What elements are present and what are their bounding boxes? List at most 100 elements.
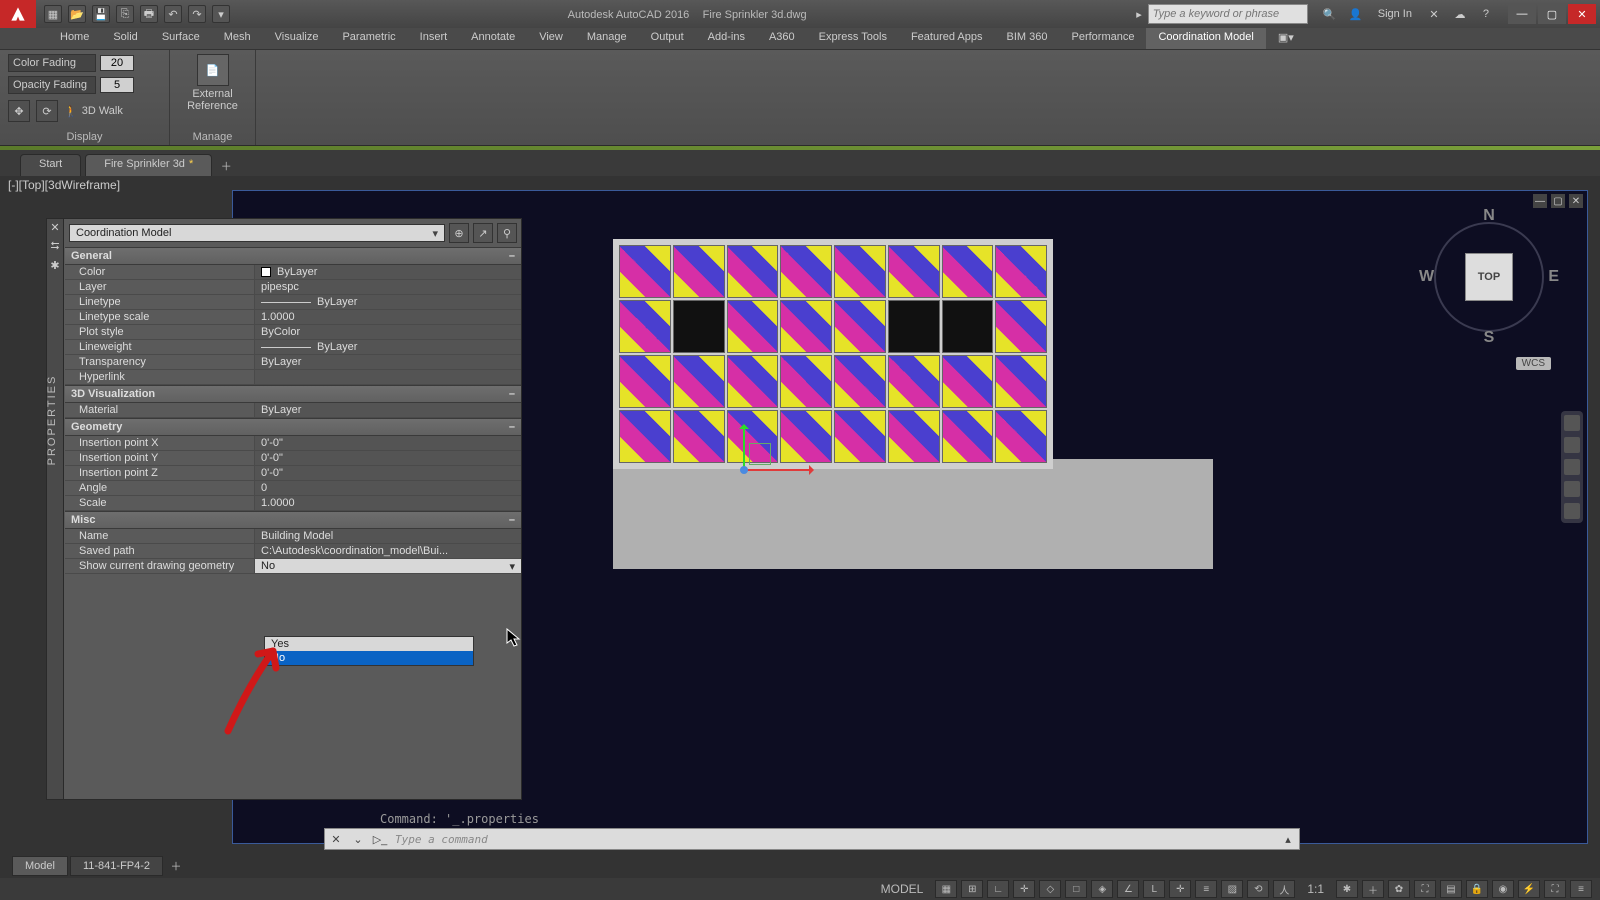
nav-showmotion-icon[interactable] <box>1564 503 1580 519</box>
color-fading-input[interactable]: 20 <box>100 55 134 71</box>
tab-bim360[interactable]: BIM 360 <box>995 28 1060 49</box>
saveas-icon[interactable]: ⎘ <box>116 5 134 23</box>
section-misc[interactable]: Misc– <box>65 511 521 529</box>
select-objects-icon[interactable]: ↗ <box>473 223 493 243</box>
tab-output[interactable]: Output <box>639 28 696 49</box>
show-geometry-dropdown[interactable]: Yes No <box>264 636 474 666</box>
viewport-label[interactable]: [-][Top][3dWireframe] <box>8 178 120 192</box>
nav-zoom-icon[interactable] <box>1564 459 1580 475</box>
collapse-icon[interactable]: – <box>509 250 515 262</box>
external-reference-button[interactable]: 📄 External Reference <box>178 54 248 112</box>
viewcube[interactable]: N S E W TOP <box>1419 207 1559 347</box>
command-input[interactable]: Type a command <box>391 833 1277 846</box>
tab-parametric[interactable]: Parametric <box>330 28 407 49</box>
value-color[interactable]: ByLayer <box>255 265 521 279</box>
viewcube-west[interactable]: W <box>1419 268 1434 286</box>
stay-connected-icon[interactable]: ☁ <box>1450 4 1470 24</box>
vp-minimize-button[interactable]: — <box>1533 194 1547 208</box>
value-scale[interactable]: 1.0000 <box>255 496 521 510</box>
search-caret-icon[interactable]: ▸ <box>1136 8 1142 21</box>
value-ltscale[interactable]: 1.0000 <box>255 310 521 324</box>
vp-close-button[interactable]: ✕ <box>1569 194 1583 208</box>
tab-express-tools[interactable]: Express Tools <box>807 28 899 49</box>
collapse-icon[interactable]: – <box>509 388 515 400</box>
value-lweight[interactable]: ByLayer <box>255 340 521 354</box>
tab-addins[interactable]: Add-ins <box>696 28 757 49</box>
status-lockui-icon[interactable]: 🔒 <box>1466 880 1488 898</box>
tab-featured-apps[interactable]: Featured Apps <box>899 28 995 49</box>
status-annotation-scale-icon[interactable]: 人 <box>1273 880 1295 898</box>
tab-mesh[interactable]: Mesh <box>212 28 263 49</box>
status-cleanscreen-icon[interactable]: ⛶ <box>1544 880 1566 898</box>
infocenter-search-input[interactable] <box>1148 4 1308 24</box>
value-hyperlink[interactable] <box>255 370 521 384</box>
value-layer[interactable]: pipespc <box>255 280 521 294</box>
tab-visualize[interactable]: Visualize <box>263 28 331 49</box>
status-hardware-accel-icon[interactable]: ⚡ <box>1518 880 1540 898</box>
new-icon[interactable]: ▦ <box>44 5 62 23</box>
plot-icon[interactable]: 🖶 <box>140 5 158 23</box>
status-isodraft-icon[interactable]: ◇ <box>1039 880 1061 898</box>
save-icon[interactable]: 💾 <box>92 5 110 23</box>
doc-tab-start[interactable]: Start <box>20 154 81 176</box>
status-workspace-icon[interactable]: ✿ <box>1388 880 1410 898</box>
tab-surface[interactable]: Surface <box>150 28 212 49</box>
status-dyn-ucs-icon[interactable]: L <box>1143 880 1165 898</box>
status-snap-icon[interactable]: ⊞ <box>961 880 983 898</box>
close-button[interactable]: ✕ <box>1568 4 1596 24</box>
tab-coordination-model[interactable]: Coordination Model <box>1146 28 1265 49</box>
tab-annotate[interactable]: Annotate <box>459 28 527 49</box>
ucs-origin-grip[interactable] <box>740 466 748 474</box>
value-show-geometry-select[interactable]: No <box>255 559 521 573</box>
command-customize-icon[interactable]: ⌄ <box>347 833 369 846</box>
nav-wheel-icon[interactable] <box>1564 415 1580 431</box>
dropdown-option-yes[interactable]: Yes <box>265 637 473 651</box>
nav-pan-icon[interactable] <box>1564 437 1580 453</box>
coordination-model-geometry[interactable] <box>613 239 1093 559</box>
value-saved-path[interactable]: C:\Autodesk\coordination_model\Bui... <box>255 544 521 558</box>
value-name[interactable]: Building Model <box>255 529 521 543</box>
doc-tab-file[interactable]: Fire Sprinkler 3d* <box>85 154 212 176</box>
viewcube-east[interactable]: E <box>1548 268 1559 286</box>
add-layout-button[interactable]: ＋ <box>165 858 187 874</box>
viewcube-south[interactable]: S <box>1484 329 1495 347</box>
palette-close-button[interactable]: ✕ <box>47 221 63 234</box>
opacity-fading-input[interactable]: 5 <box>100 77 134 93</box>
status-annotation-scale-value[interactable]: 1:1 <box>1299 882 1332 896</box>
tab-manage[interactable]: Manage <box>575 28 639 49</box>
tab-performance[interactable]: Performance <box>1059 28 1146 49</box>
search-go-icon[interactable]: 🔍 <box>1320 4 1340 24</box>
layout-tab-model[interactable]: Model <box>12 856 68 876</box>
orbit-icon[interactable]: ⟳ <box>36 100 58 122</box>
status-3dosnap-icon[interactable]: ◈ <box>1091 880 1113 898</box>
pan-icon[interactable]: ✥ <box>8 100 30 122</box>
status-isolate-icon[interactable]: ◉ <box>1492 880 1514 898</box>
exchange-apps-icon[interactable]: ✕ <box>1424 4 1444 24</box>
value-ipx[interactable]: 0'-0" <box>255 436 521 450</box>
value-transparency[interactable]: ByLayer <box>255 355 521 369</box>
tab-insert[interactable]: Insert <box>408 28 460 49</box>
layout-tab-sheet[interactable]: 11-841-FP4-2 <box>70 856 163 876</box>
status-transparency-icon[interactable]: ▨ <box>1221 880 1243 898</box>
tab-a360[interactable]: A360 <box>757 28 807 49</box>
value-ipy[interactable]: 0'-0" <box>255 451 521 465</box>
add-doc-tab-button[interactable]: ＋ <box>216 156 236 176</box>
collapse-icon[interactable]: – <box>509 421 515 433</box>
section-3d-visualization[interactable]: 3D Visualization– <box>65 385 521 403</box>
status-model-space[interactable]: MODEL <box>873 882 932 896</box>
redo-icon[interactable]: ↷ <box>188 5 206 23</box>
section-geometry[interactable]: Geometry– <box>65 418 521 436</box>
value-angle[interactable]: 0 <box>255 481 521 495</box>
status-units-icon[interactable]: ⛶ <box>1414 880 1436 898</box>
object-type-select[interactable]: Coordination Model <box>69 224 445 242</box>
section-general[interactable]: General– <box>65 247 521 265</box>
maximize-button[interactable]: ▢ <box>1538 4 1566 24</box>
palette-settings-button[interactable]: ✱ <box>47 259 63 272</box>
status-grid-icon[interactable]: ▦ <box>935 880 957 898</box>
value-ipz[interactable]: 0'-0" <box>255 466 521 480</box>
collapse-icon[interactable]: – <box>509 514 515 526</box>
value-linetype[interactable]: ByLayer <box>255 295 521 309</box>
app-logo[interactable] <box>0 0 36 28</box>
viewcube-face-top[interactable]: TOP <box>1465 253 1513 301</box>
nav-orbit-icon[interactable] <box>1564 481 1580 497</box>
